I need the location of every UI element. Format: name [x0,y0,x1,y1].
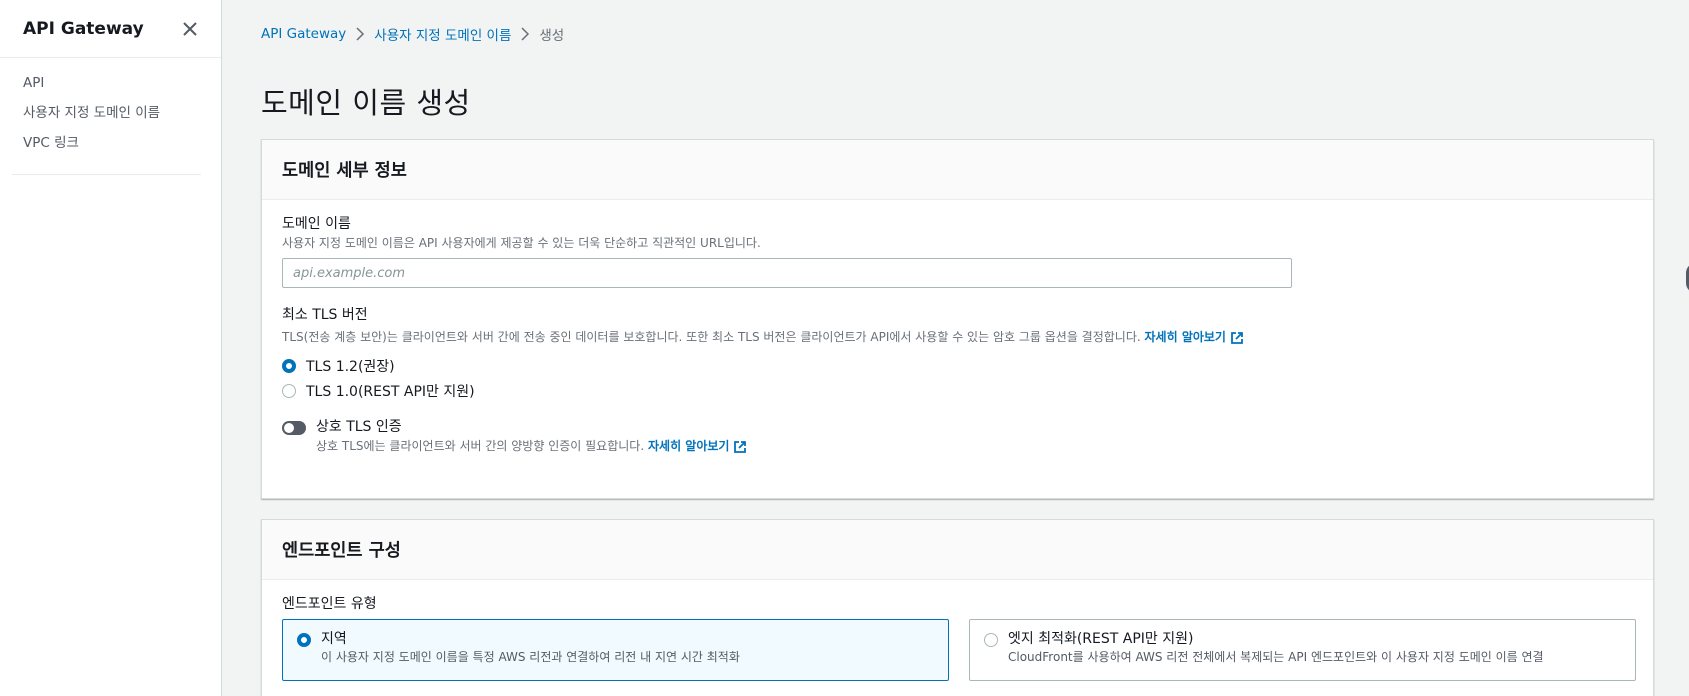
tls-option-1-0[interactable]: TLS 1.0(REST API만 지원) [282,378,1633,403]
side-navigation: API Gateway API 사용자 지정 도메인 이름 VPC 링크 [0,0,222,696]
endpoint-tile-edge-optimized[interactable]: 엣지 최적화(REST API만 지원) CloudFront를 사용하여 AW… [969,619,1636,681]
panel-title: 도메인 세부 정보 [282,161,407,181]
radio-button[interactable] [282,383,296,398]
sidebar-header: API Gateway [0,0,221,58]
close-navigation-button[interactable] [180,19,200,39]
radio-button-checked[interactable] [297,633,311,647]
endpoint-tile-regional[interactable]: 지역 이 사용자 지정 도메인 이름을 특정 AWS 리전과 연결하여 리전 내… [282,619,949,681]
chevron-right-icon [511,26,539,42]
radio-button-checked[interactable] [282,358,296,373]
sidebar-item-api[interactable]: API [23,72,221,102]
endpoint-type-tiles: 지역 이 사용자 지정 도메인 이름을 특정 AWS 리전과 연결하여 리전 내… [282,619,1636,689]
panel-body: 엔드포인트 유형 지역 이 사용자 지정 도메인 이름을 특정 AWS 리전과 … [262,580,1653,696]
tile-title: 엣지 최적화(REST API만 지원) [1008,631,1194,647]
nav-list: API 사용자 지정 도메인 이름 VPC 링크 [0,58,221,162]
tile-title: 지역 [321,631,347,647]
tls-version-description: TLS(전송 계층 보안)는 클라이언트와 서버 간에 전송 중인 데이터를 보… [282,328,1633,346]
mutual-tls-row: 상호 TLS 인증 상호 TLS에는 클라이언트와 서버 간의 양방향 인증이 … [282,417,1633,455]
domain-name-input[interactable]: api.example.com [282,258,1292,288]
toggle-knob [284,423,294,433]
sidebar-title[interactable]: API Gateway [23,19,144,39]
tls-option-1-2[interactable]: TLS 1.2(권장) [282,353,1633,378]
tls-learn-more-link[interactable]: 자세히 알아보기 [1145,330,1244,344]
nav-divider [12,174,201,175]
panel-body: 도메인 이름 사용자 지정 도메인 이름은 API 사용자에게 제공할 수 있는… [262,200,1653,469]
tile-description: 이 사용자 지정 도메인 이름을 특정 AWS 리전과 연결하여 리전 내 지연… [321,650,740,664]
mutual-tls-description: 상호 TLS에는 클라이언트와 서버 간의 양방향 인증이 필요합니다. 자세히… [316,437,747,455]
breadcrumb: API Gateway 사용자 지정 도메인 이름 생성 [261,24,564,44]
radio-button[interactable] [984,633,998,647]
close-icon [183,21,197,36]
mutual-tls-learn-more-link[interactable]: 자세히 알아보기 [648,439,747,453]
mutual-tls-label: 상호 TLS 인증 [316,419,402,435]
mutual-tls-toggle[interactable] [282,421,306,435]
tls-option-label: TLS 1.2(권장) [306,358,395,375]
panel-header: 엔드포인트 구성 [262,520,1653,580]
breadcrumb-current: 생성 [539,28,565,44]
page-title: 도메인 이름 생성 [261,86,471,120]
tls-learn-more-label: 자세히 알아보기 [1144,330,1226,344]
sidebar-item-vpc-links[interactable]: VPC 링크 [23,132,221,162]
tls-radio-group: TLS 1.2(권장) TLS 1.0(REST API만 지원) [282,353,1633,403]
breadcrumb-custom-domain-names[interactable]: 사용자 지정 도메인 이름 [374,24,511,44]
endpoint-type-label: 엔드포인트 유형 [282,596,377,612]
domain-name-label: 도메인 이름 [282,216,351,232]
domain-details-panel: 도메인 세부 정보 도메인 이름 사용자 지정 도메인 이름은 API 사용자에… [261,139,1654,499]
chevron-right-icon [346,26,374,42]
external-link-icon [1231,331,1243,344]
sidebar-item-custom-domain-names[interactable]: 사용자 지정 도메인 이름 [23,102,221,132]
domain-name-description: 사용자 지정 도메인 이름은 API 사용자에게 제공할 수 있는 더욱 단순하… [282,236,761,250]
tile-description: CloudFront를 사용하여 AWS 리전 전체에서 복제되는 API 엔드… [1008,650,1544,664]
tls-description-text: TLS(전송 계층 보안)는 클라이언트와 서버 간에 전송 중인 데이터를 보… [282,330,1141,344]
endpoint-config-panel: 엔드포인트 구성 엔드포인트 유형 지역 이 사용자 지정 도메인 이름을 특정… [261,519,1654,696]
panel-header: 도메인 세부 정보 [262,140,1653,200]
tile-content: 지역 이 사용자 지정 도메인 이름을 특정 AWS 리전과 연결하여 리전 내… [321,630,740,666]
panel-title: 엔드포인트 구성 [282,541,401,561]
mutual-tls-description-text: 상호 TLS에는 클라이언트와 서버 간의 양방향 인증이 필요합니다. [316,439,645,453]
domain-name-placeholder: api.example.com [293,265,406,281]
tls-option-label: TLS 1.0(REST API만 지원) [306,383,475,400]
tls-version-label: 최소 TLS 버전 [282,307,368,323]
mutual-tls-learn-more-label: 자세히 알아보기 [647,439,730,453]
tile-content: 엣지 최적화(REST API만 지원) CloudFront를 사용하여 AW… [1008,630,1544,666]
mutual-tls-text: 상호 TLS 인증 상호 TLS에는 클라이언트와 서버 간의 양방향 인증이 … [316,417,747,455]
breadcrumb-api-gateway[interactable]: API Gateway [261,26,346,42]
external-link-icon [734,440,747,453]
main-content: API Gateway 사용자 지정 도메인 이름 생성 도메인 이름 생성 도… [222,0,1689,696]
